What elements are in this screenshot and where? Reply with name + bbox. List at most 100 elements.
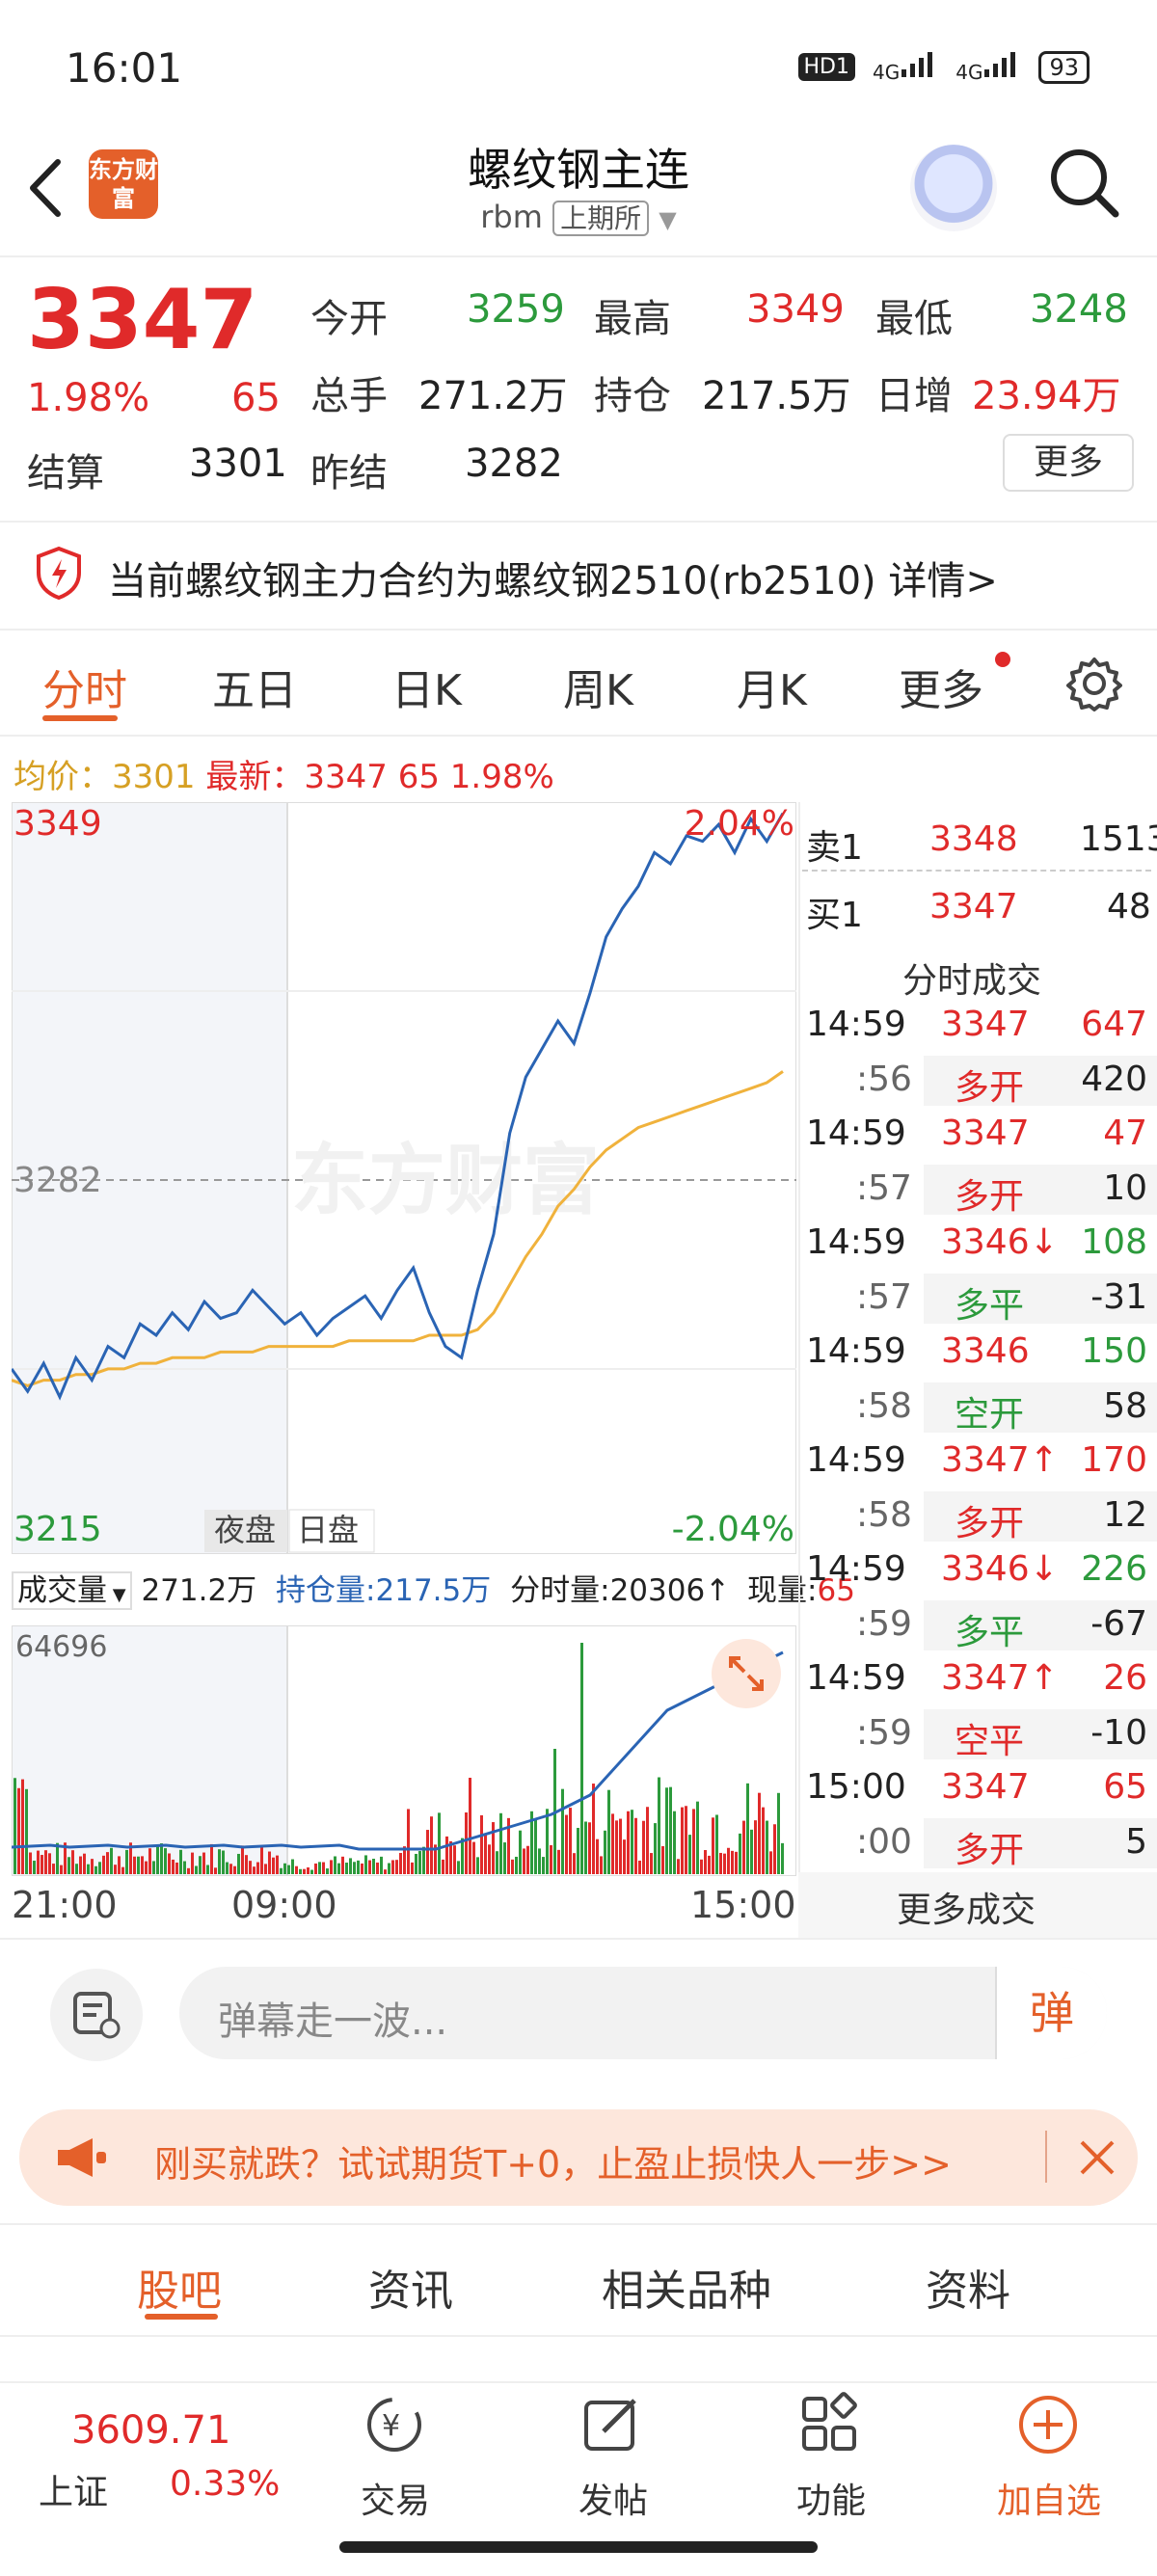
volume-bar <box>202 1852 205 1874</box>
robot-avatar-icon[interactable] <box>910 145 997 231</box>
intraday-chart[interactable]: 东方财富 3349 3282 3215 2.04% -2.04% 夜盘 日盘 <box>12 802 796 1554</box>
apps-icon[interactable] <box>796 2391 864 2458</box>
tick-oi-change: 420 <box>1081 1059 1147 1099</box>
tick-oi-change: -31 <box>1090 1276 1147 1317</box>
tabbar-functions[interactable]: 功能 <box>754 2473 908 2523</box>
tab-news[interactable]: 资讯 <box>368 2256 453 2318</box>
tab-profile[interactable]: 资料 <box>926 2256 1010 2318</box>
volume-bar <box>164 1848 167 1874</box>
promo-banner[interactable]: 刚买就跌？试试期货T+0，止盈止损快人一步>> <box>19 2109 1138 2206</box>
volume-dropdown[interactable]: 成交量 ▼ <box>12 1571 132 1610</box>
volume-bar <box>739 1833 741 1874</box>
volume-bar <box>118 1856 121 1874</box>
volume-bar <box>125 1849 128 1874</box>
divider <box>1045 2131 1047 2183</box>
volume-bar <box>364 1855 367 1874</box>
volume-bar <box>337 1863 340 1874</box>
add-watchlist-icon[interactable] <box>1014 2391 1082 2458</box>
home-indicator <box>339 2541 818 2553</box>
prev-settle-value: 3282 <box>465 442 563 486</box>
volume-bar <box>303 1868 306 1874</box>
megaphone-icon <box>58 2138 106 2177</box>
volume-bar <box>550 1844 552 1874</box>
volume-bar <box>48 1853 51 1874</box>
volume-bar <box>519 1830 522 1874</box>
volume-bar <box>669 1786 672 1874</box>
tab-more[interactable]: 更多 <box>899 656 983 717</box>
volume-bar <box>642 1820 645 1874</box>
post-icon[interactable] <box>578 2391 646 2458</box>
volume-bar <box>91 1859 94 1874</box>
volume-bar <box>658 1777 660 1874</box>
tabbar-post[interactable]: 发帖 <box>536 2473 690 2523</box>
tab-forum[interactable]: 股吧 <box>137 2256 222 2318</box>
index-value[interactable]: 3609.71 <box>71 2408 230 2453</box>
y-bottom-label: 3215 <box>13 1510 102 1549</box>
volume-bar <box>160 1843 163 1874</box>
volume-bar <box>472 1841 475 1874</box>
tabbar-add-watchlist[interactable]: 加自选 <box>972 2473 1126 2523</box>
tab-related[interactable]: 相关品种 <box>602 2256 771 2318</box>
y-mid-label: 3282 <box>13 1161 102 1200</box>
tick-kind: 多平 <box>955 1285 1025 1326</box>
search-icon[interactable] <box>1046 145 1123 222</box>
volume-bar <box>384 1869 387 1874</box>
volume-bar <box>580 1643 583 1874</box>
promo-text: 刚买就跌？试试期货T+0，止盈止损快人一步>> <box>154 2143 952 2186</box>
volume-bar <box>646 1807 649 1874</box>
tick-volume: 170 <box>1081 1440 1147 1480</box>
volume-bar <box>731 1850 734 1874</box>
ticks-title: 分时成交 <box>902 961 1042 1001</box>
prev-settle-label: 昨结 <box>310 451 388 496</box>
pct-bottom-label: -2.04% <box>672 1510 794 1549</box>
danmu-input[interactable]: 弹幕走一波... 弹 <box>179 1967 1107 2059</box>
volume-bar <box>627 1811 630 1874</box>
volume-chart[interactable]: 64696 <box>12 1625 796 1876</box>
tab-five-day[interactable]: 五日 <box>212 656 297 717</box>
danmu-send-button[interactable]: 弹 <box>995 1967 1107 2059</box>
tick-price: 3347↑ <box>941 1658 1059 1698</box>
close-icon[interactable] <box>1076 2136 1118 2179</box>
more-ticks-label[interactable]: 更多成交 <box>897 1882 1036 1932</box>
tick-time: 14:59 <box>806 1658 906 1698</box>
volume-bar <box>665 1787 668 1874</box>
notice-detail-link[interactable]: 详情> <box>888 559 998 604</box>
tick-kind: 多平 <box>955 1612 1025 1652</box>
latest-label: 最新： <box>205 758 305 796</box>
more-quote-button[interactable]: 更多 <box>1003 434 1134 492</box>
volume-bar <box>631 1810 633 1874</box>
tab-daily-k[interactable]: 日K <box>391 656 462 717</box>
day-session-label[interactable]: 日盘 <box>297 1512 359 1548</box>
volume-bar <box>152 1861 155 1874</box>
tab-weekly-k[interactable]: 周K <box>563 656 633 717</box>
volume-bar <box>287 1865 290 1874</box>
trade-icon[interactable]: ¥ <box>361 2391 428 2458</box>
svg-text:¥: ¥ <box>382 2409 400 2443</box>
volume-bar <box>357 1860 360 1874</box>
volume-bar <box>600 1856 603 1874</box>
bid-label: 买1 <box>806 896 863 935</box>
volume-bar <box>310 1869 313 1874</box>
night-session-label[interactable]: 夜盘 <box>214 1512 276 1548</box>
volume-bar <box>175 1862 178 1874</box>
volume-bar <box>607 1789 610 1874</box>
volume-bar <box>256 1862 259 1874</box>
avg-label: 均价： <box>13 758 112 796</box>
volume-bar <box>13 1778 16 1874</box>
tick-volume: 26 <box>1103 1658 1147 1698</box>
volume-bar <box>253 1866 256 1874</box>
tick-volume: 108 <box>1081 1222 1147 1262</box>
tab-intraday[interactable]: 分时 <box>42 656 127 717</box>
volume-bar <box>187 1867 190 1874</box>
volume-bar <box>179 1849 182 1874</box>
divider <box>0 735 1157 737</box>
volume-bar <box>596 1838 599 1874</box>
expand-icon-bg[interactable] <box>712 1639 781 1708</box>
caret-down-icon: ▼ <box>107 1585 126 1605</box>
tab-monthly-k[interactable]: 月K <box>737 656 807 717</box>
gear-icon[interactable] <box>1066 656 1122 711</box>
x-tick-mid: 09:00 <box>231 1884 337 1926</box>
tabbar-trade[interactable]: 交易 <box>318 2473 472 2523</box>
volume-bar <box>372 1858 375 1874</box>
volume-bar <box>688 1835 691 1874</box>
